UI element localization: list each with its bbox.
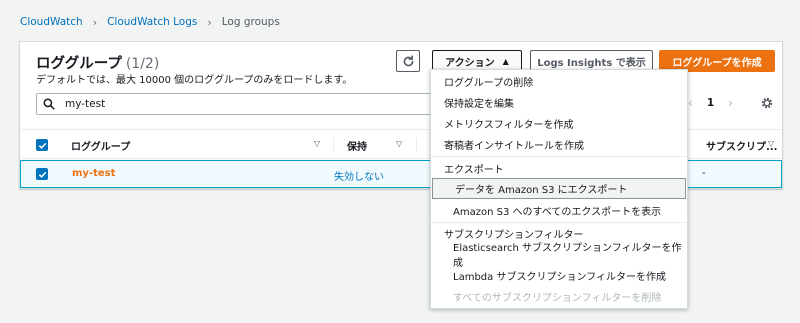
menu-item-delete-log-group[interactable]: ロググループの削除: [431, 71, 687, 92]
selection-count: (1/2): [125, 56, 160, 72]
column-divider: [333, 138, 334, 152]
menu-item-create-lambda-filter[interactable]: Lambda サブスクリプションフィルターを作成: [431, 265, 687, 286]
log-group-name-link[interactable]: my-test: [72, 168, 115, 179]
panel-header: ロググループ (1/2): [36, 52, 159, 73]
menu-item-delete-all-subscription-filters: すべてのサブスクリプションフィルターを削除: [453, 293, 662, 304]
refresh-button[interactable]: [396, 50, 420, 72]
chevron-right-icon: ›: [92, 15, 98, 29]
column-header-retention[interactable]: 保持: [347, 138, 367, 153]
breadcrumb: CloudWatch › CloudWatch Logs › Log group…: [20, 14, 280, 30]
current-page-number[interactable]: 1: [707, 97, 714, 109]
row-checkbox[interactable]: [36, 168, 48, 180]
menu-group-export: エクスポート: [444, 165, 504, 176]
sort-down-icon[interactable]: ▽: [396, 139, 402, 148]
gear-icon[interactable]: [760, 96, 774, 110]
subscription-value: -: [702, 168, 706, 179]
search-box[interactable]: [36, 93, 456, 115]
menu-divider: [431, 222, 687, 223]
column-header-subscription[interactable]: サブスクリプ...: [706, 138, 777, 153]
retention-value-link[interactable]: 失効しない: [334, 168, 384, 183]
actions-dropdown-menu: ロググループの削除 保持設定を編集 メトリクスフィルターを作成 寄稿者インサイト…: [430, 69, 688, 309]
menu-item-export-to-s3[interactable]: データを Amazon S3 にエクスポート: [432, 178, 686, 199]
menu-item-create-contributor-insights-rule[interactable]: 寄稿者インサイトルールを作成: [431, 134, 687, 155]
panel-description: デフォルトでは、最大 10000 個のロググループのみをロードします。: [36, 75, 353, 86]
menu-item-view-s3-exports[interactable]: Amazon S3 へのすべてのエクスポートを表示: [431, 200, 687, 221]
column-divider: [416, 138, 417, 152]
next-page-icon[interactable]: ›: [728, 96, 733, 110]
breadcrumb-cloudwatch-logs[interactable]: CloudWatch Logs: [107, 16, 197, 28]
breadcrumb-cloudwatch[interactable]: CloudWatch: [20, 16, 83, 28]
menu-item-create-metric-filter[interactable]: メトリクスフィルターを作成: [431, 113, 687, 134]
menu-item-edit-retention[interactable]: 保持設定を編集: [431, 92, 687, 113]
menu-divider: [431, 156, 687, 157]
chevron-right-icon: ›: [207, 15, 212, 29]
previous-page-icon[interactable]: ‹: [688, 96, 693, 110]
page-title: ロググループ: [36, 56, 122, 72]
select-all-checkbox[interactable]: [36, 139, 48, 151]
caret-up-icon: ▲: [502, 56, 509, 66]
search-icon: [43, 96, 59, 112]
sort-down-icon[interactable]: ▽: [314, 139, 320, 148]
actions-label: アクション: [445, 57, 495, 69]
menu-item-create-elasticsearch-filter[interactable]: Elasticsearch サブスクリプションフィルターを作成: [431, 243, 687, 269]
column-header-log-group[interactable]: ロググループ: [71, 138, 130, 153]
refresh-icon: [403, 54, 413, 66]
pagination: ‹ 1 ›: [688, 96, 733, 110]
sort-down-icon[interactable]: ▽: [768, 139, 774, 148]
breadcrumb-current: Log groups: [221, 16, 280, 28]
search-input[interactable]: [65, 98, 265, 110]
